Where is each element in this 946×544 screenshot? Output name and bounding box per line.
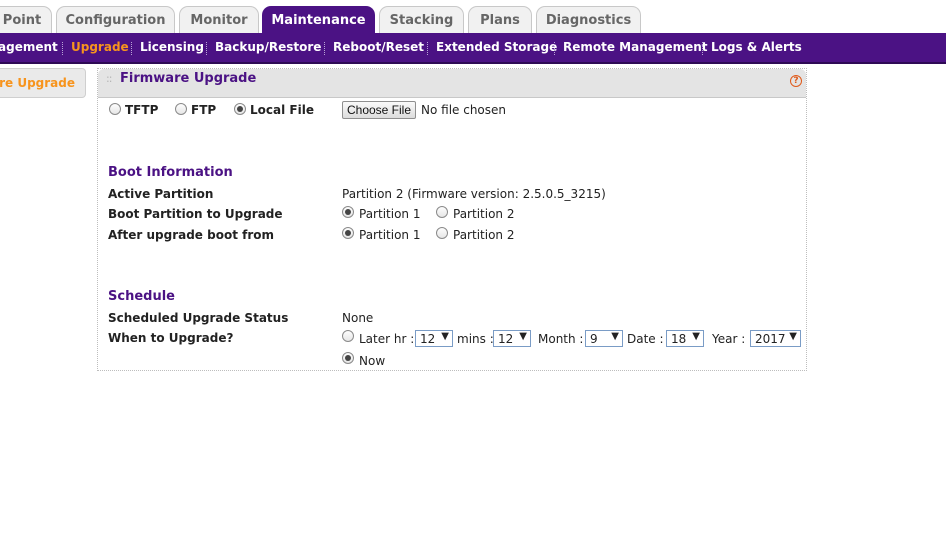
- subnav-backup-restore[interactable]: Backup/Restore: [215, 40, 321, 54]
- left-nav-label: are Upgrade: [0, 76, 75, 90]
- subnav-separator: [554, 42, 555, 55]
- tab-stacking[interactable]: Stacking: [379, 6, 464, 34]
- boot-partition-label: Boot Partition to Upgrade: [108, 207, 283, 221]
- tab-configuration-label: Configuration: [65, 13, 166, 28]
- tab-diagnostics-label: Diagnostics: [545, 13, 632, 28]
- radio-boot-partition-1[interactable]: [342, 206, 354, 218]
- month-select[interactable]: 9 ▼: [585, 330, 623, 347]
- active-partition-label: Active Partition: [108, 187, 214, 201]
- radio-after-partition-1[interactable]: [342, 227, 354, 239]
- chevron-down-icon: ▼: [519, 331, 527, 342]
- year-value: 2017: [755, 332, 786, 346]
- tab-point[interactable]: Point: [0, 6, 52, 34]
- subnav-separator: [131, 42, 132, 55]
- subnav-separator: [324, 42, 325, 55]
- year-label: Year :: [712, 332, 746, 346]
- label-tftp: TFTP: [125, 103, 159, 117]
- firmware-upgrade-panel: :: Firmware Upgrade ? TFTP FTP Local Fil…: [97, 68, 807, 371]
- help-icon[interactable]: ?: [790, 75, 802, 87]
- mins-label: mins :: [457, 332, 494, 346]
- subnav-separator: [206, 42, 207, 55]
- chevron-down-icon: ▼: [692, 331, 700, 342]
- after-upgrade-label: After upgrade boot from: [108, 228, 275, 242]
- subnav-logs-alerts[interactable]: Logs & Alerts: [711, 40, 802, 54]
- label-after-partition-1: Partition 1: [359, 228, 421, 242]
- subnav-management[interactable]: agement: [0, 40, 58, 54]
- mins-select[interactable]: 12 ▼: [493, 330, 531, 347]
- tab-plans-label: Plans: [480, 13, 520, 28]
- date-label: Date :: [627, 332, 664, 346]
- now-label: Now: [359, 354, 386, 368]
- date-select[interactable]: 18 ▼: [666, 330, 704, 347]
- mins-value: 12: [498, 332, 514, 346]
- radio-later[interactable]: [342, 330, 354, 342]
- label-boot-partition-2: Partition 2: [453, 207, 515, 221]
- radio-tftp[interactable]: [109, 103, 121, 115]
- boot-info-title: Boot Information: [108, 165, 233, 180]
- chevron-down-icon: ▼: [789, 331, 797, 342]
- radio-after-partition-2[interactable]: [436, 227, 448, 239]
- subnav-separator: [62, 42, 63, 55]
- tab-maintenance[interactable]: Maintenance: [262, 6, 375, 34]
- when-to-upgrade-label: When to Upgrade?: [108, 331, 234, 345]
- tab-maintenance-label: Maintenance: [271, 13, 366, 28]
- month-value: 9: [590, 332, 598, 346]
- file-status: No file chosen: [421, 103, 507, 117]
- radio-boot-partition-2[interactable]: [436, 206, 448, 218]
- subnav-separator: [702, 42, 703, 55]
- month-label: Month :: [538, 332, 584, 346]
- tab-diagnostics[interactable]: Diagnostics: [536, 6, 641, 34]
- chevron-down-icon: ▼: [441, 331, 449, 342]
- subnav-remote-management[interactable]: Remote Management: [563, 40, 708, 54]
- main-tabs: Point Configuration Monitor Maintenance …: [0, 0, 946, 34]
- hour-select[interactable]: 12 ▼: [415, 330, 453, 347]
- left-nav-item-firmware-upgrade[interactable]: are Upgrade: [0, 68, 86, 98]
- active-partition-value: Partition 2 (Firmware version: 2.5.0.5_3…: [342, 187, 606, 201]
- tab-stacking-label: Stacking: [389, 13, 454, 28]
- choose-file-label: Choose File: [346, 103, 412, 117]
- panel-title: Firmware Upgrade: [120, 71, 257, 86]
- tab-monitor-label: Monitor: [190, 13, 248, 28]
- tab-plans[interactable]: Plans: [468, 6, 532, 34]
- radio-now[interactable]: [342, 352, 354, 364]
- subnav-upgrade[interactable]: Upgrade: [71, 40, 129, 54]
- drag-grip-icon: ::: [106, 72, 113, 85]
- choose-file-button[interactable]: Choose File: [342, 101, 416, 119]
- subnav-reboot-reset[interactable]: Reboot/Reset: [333, 40, 424, 54]
- tab-monitor[interactable]: Monitor: [179, 6, 259, 34]
- label-after-partition-2: Partition 2: [453, 228, 515, 242]
- scheduled-status-label: Scheduled Upgrade Status: [108, 311, 289, 325]
- radio-ftp[interactable]: [175, 103, 187, 115]
- subnav-separator: [427, 42, 428, 55]
- label-boot-partition-1: Partition 1: [359, 207, 421, 221]
- subnav-licensing[interactable]: Licensing: [140, 40, 204, 54]
- panel-header: :: Firmware Upgrade ?: [98, 69, 806, 98]
- radio-local-file[interactable]: [234, 103, 246, 115]
- later-hr-label: Later hr :: [359, 332, 415, 346]
- label-local-file: Local File: [250, 103, 314, 117]
- schedule-title: Schedule: [108, 289, 175, 304]
- date-value: 18: [671, 332, 687, 346]
- subnav-extended-storage[interactable]: Extended Storage: [436, 40, 557, 54]
- hour-value: 12: [420, 332, 436, 346]
- tab-configuration[interactable]: Configuration: [56, 6, 175, 34]
- sub-navigation: agement Upgrade Licensing Backup/Restore…: [0, 33, 946, 64]
- year-select[interactable]: 2017 ▼: [750, 330, 801, 347]
- label-ftp: FTP: [191, 103, 217, 117]
- scheduled-status-value: None: [342, 311, 374, 325]
- chevron-down-icon: ▼: [611, 331, 619, 342]
- tab-point-label: Point: [2, 13, 42, 28]
